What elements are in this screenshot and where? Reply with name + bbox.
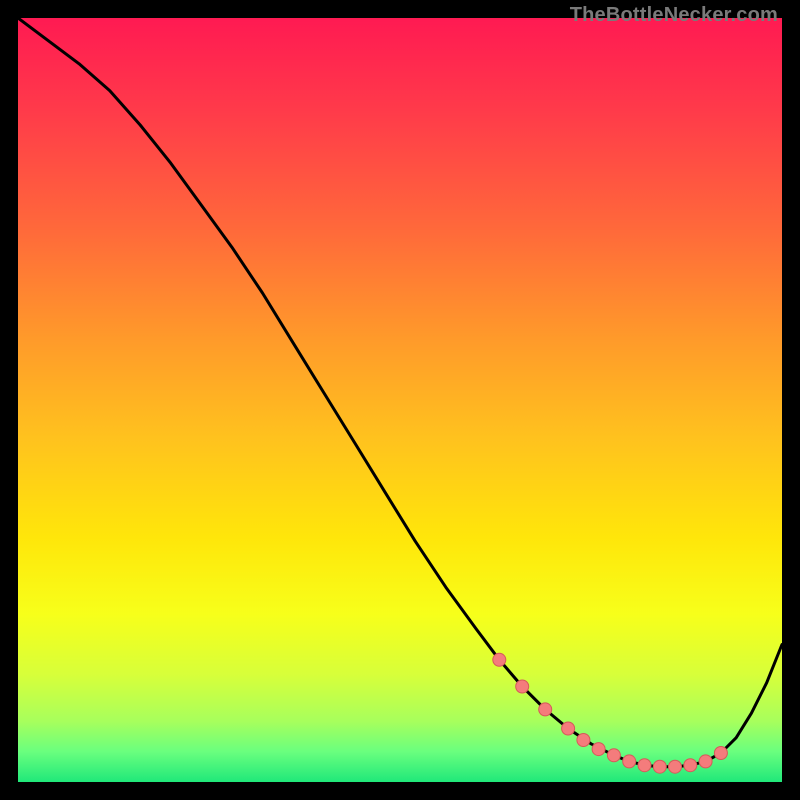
curve-marker — [638, 759, 651, 772]
curve-marker — [699, 755, 712, 768]
curve-marker — [516, 680, 529, 693]
curve-marker — [623, 755, 636, 768]
curve-marker — [493, 653, 506, 666]
watermark-label: TheBottleNecker.com — [570, 4, 778, 27]
curve-markers — [493, 653, 728, 773]
curve-marker — [714, 747, 727, 760]
bottleneck-curve — [18, 18, 782, 767]
curve-marker — [577, 734, 590, 747]
curve-marker — [684, 759, 697, 772]
curve-marker — [653, 760, 666, 773]
curve-marker — [592, 743, 605, 756]
curve-marker — [562, 722, 575, 735]
curve-marker — [669, 760, 682, 773]
curve-layer — [18, 18, 782, 782]
chart-canvas: TheBottleNecker.com — [0, 0, 800, 800]
plot-area — [18, 18, 782, 782]
curve-marker — [539, 703, 552, 716]
curve-marker — [607, 749, 620, 762]
